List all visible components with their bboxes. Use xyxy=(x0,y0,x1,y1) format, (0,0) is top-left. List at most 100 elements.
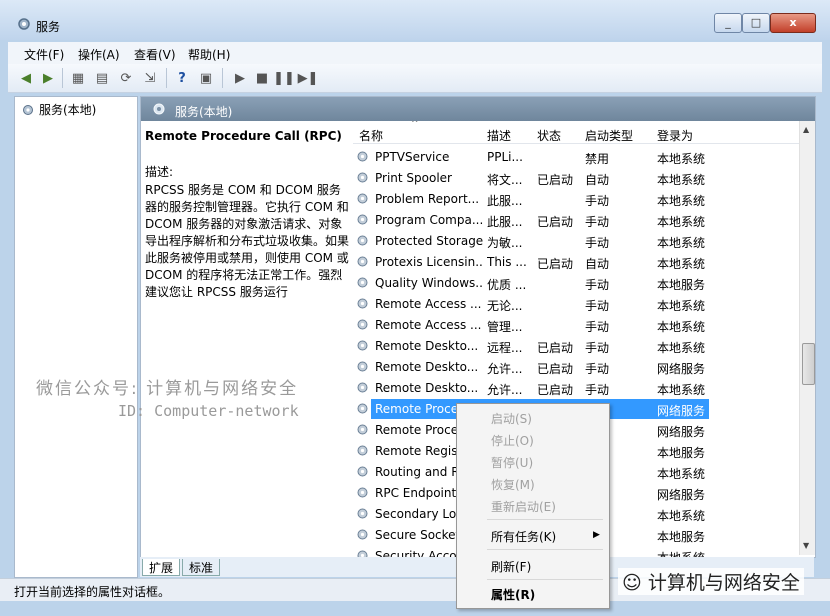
menu-view[interactable]: 查看(V) xyxy=(134,46,176,63)
cell-logon: 本地系统 xyxy=(657,320,706,334)
menu-file[interactable]: 文件(F) xyxy=(24,46,64,63)
table-row[interactable]: Quality Windows... 优质 ... 手动 本地服务 xyxy=(353,273,799,294)
cell-startup: 手动 xyxy=(585,299,610,313)
table-row[interactable]: Remote Deskto... 远程... 已启动 手动 本地系统 xyxy=(353,336,799,357)
table-row[interactable]: Protexis Licensin... This ... 已启动 自动 本地系统 xyxy=(353,252,799,273)
description-label: 描述: xyxy=(145,165,174,179)
cell-logon: 网络服务 xyxy=(657,488,706,502)
services-window: 服务 _ □ x 文件(F) 操作(A) 查看(V) 帮助(H) ◀ ▶ ▦ ▤… xyxy=(0,0,830,616)
cell-name: Remote Access ... xyxy=(375,318,482,332)
menu-bar: 文件(F) 操作(A) 查看(V) 帮助(H) xyxy=(8,42,822,64)
cell-startup: 手动 xyxy=(585,341,610,355)
cell-logon: 本地系统 xyxy=(657,215,706,229)
column-header-logon-as[interactable]: 登录为 xyxy=(657,127,693,144)
tree-item-label: 服务(本地) xyxy=(39,103,97,117)
help-icon[interactable]: ? xyxy=(174,70,190,86)
cell-startup: 手动 xyxy=(585,236,610,250)
menu-item-refresh[interactable]: 刷新(F) xyxy=(491,558,531,575)
column-header-status[interactable]: 状态 xyxy=(537,127,561,144)
status-text: 打开当前选择的属性对话框。 xyxy=(14,585,171,599)
table-row[interactable]: Problem Report... 此服... 手动 本地系统 xyxy=(353,189,799,210)
tree-item-services-local[interactable]: 服务(本地) xyxy=(21,101,96,118)
table-row[interactable]: Remote Deskto... 允许... 已启动 手动 网络服务 xyxy=(353,357,799,378)
service-gear-icon xyxy=(357,550,368,557)
menu-action[interactable]: 操作(A) xyxy=(78,46,120,63)
cell-name: Quality Windows... xyxy=(375,276,483,290)
cell-logon: 网络服务 xyxy=(657,404,706,418)
cell-logon: 网络服务 xyxy=(657,425,706,439)
tab-extended[interactable]: 扩展 xyxy=(142,559,181,576)
maximize-button[interactable]: □ xyxy=(742,13,770,33)
wechat-icon: ☺ xyxy=(622,572,648,594)
cell-startup: 自动 xyxy=(585,257,610,271)
close-button[interactable]: x xyxy=(770,13,816,33)
cell-logon: 本地系统 xyxy=(657,299,706,313)
service-gear-icon xyxy=(357,256,368,267)
pause-service-icon[interactable]: ❚❚ xyxy=(273,70,295,86)
menu-item-restart[interactable]: 重新启动(E) xyxy=(491,498,556,515)
table-row[interactable]: PPTVService PPLi... 禁用 本地系统 xyxy=(353,147,799,168)
cell-logon: 本地系统 xyxy=(657,467,706,481)
service-gear-icon xyxy=(357,277,368,288)
forward-arrow-icon[interactable]: ▶ xyxy=(40,70,56,86)
cell-name: Protected Storage xyxy=(375,234,483,248)
title-bar[interactable]: 服务 _ □ x xyxy=(0,0,830,40)
cell-name: Program Compa... xyxy=(375,213,483,227)
scroll-up-arrow-icon[interactable]: ▲ xyxy=(803,125,809,134)
service-gear-icon xyxy=(357,193,368,204)
cell-status: 已启动 xyxy=(537,341,574,355)
cell-status: 已启动 xyxy=(537,173,574,187)
watermark-id: ID: Computer-network xyxy=(118,402,299,420)
cell-desc: 优质 ... xyxy=(487,278,527,292)
menu-item-pause[interactable]: 暂停(U) xyxy=(491,454,533,471)
cell-desc: 将文... xyxy=(487,173,523,187)
cell-desc: 为敏... xyxy=(487,236,523,250)
stop-service-icon[interactable]: ■ xyxy=(254,70,270,86)
cell-logon: 本地服务 xyxy=(657,278,706,292)
table-row[interactable]: Print Spooler 将文... 已启动 自动 本地系统 xyxy=(353,168,799,189)
scroll-down-arrow-icon[interactable]: ▼ xyxy=(803,541,809,550)
cell-desc: 远程... xyxy=(487,341,523,355)
back-arrow-icon[interactable]: ◀ xyxy=(18,70,34,86)
toolbar-separator xyxy=(222,68,223,88)
menu-item-stop[interactable]: 停止(O) xyxy=(491,432,534,449)
sort-arrow-icon: ^ xyxy=(411,121,419,129)
cell-logon: 本地系统 xyxy=(657,173,706,187)
properties-icon[interactable]: ▤ xyxy=(94,70,110,86)
scrollbar-thumb[interactable] xyxy=(802,343,815,385)
column-header-startup-type[interactable]: 启动类型 xyxy=(585,127,633,144)
menu-item-start[interactable]: 启动(S) xyxy=(491,410,532,427)
service-gear-icon xyxy=(357,172,368,183)
restart-service-icon[interactable]: ▶❚ xyxy=(298,70,319,86)
export-list-icon[interactable]: ⇲ xyxy=(142,70,158,86)
refresh-icon[interactable]: ⟳ xyxy=(118,70,134,86)
console-tree-icon[interactable]: ▦ xyxy=(70,70,86,86)
cell-desc: 允许... xyxy=(487,362,523,376)
service-gear-icon xyxy=(357,382,368,393)
show-pane-icon[interactable]: ▣ xyxy=(198,70,214,86)
menu-item-properties[interactable]: 属性(R) xyxy=(491,586,535,603)
tab-standard[interactable]: 标准 xyxy=(182,559,221,576)
services-gear-icon xyxy=(153,103,165,115)
cell-name: PPTVService xyxy=(375,150,450,164)
minimize-button[interactable]: _ xyxy=(714,13,742,33)
menu-help[interactable]: 帮助(H) xyxy=(188,46,230,63)
list-header: 名称 ^ 描述 状态 启动类型 登录为 xyxy=(353,121,799,144)
start-service-icon[interactable]: ▶ xyxy=(232,70,248,86)
context-menu: 启动(S) 停止(O) 暂停(U) 恢复(M) 重新启动(E) 所有任务(K) … xyxy=(456,403,610,609)
table-row[interactable]: Remote Access ... 管理... 手动 本地系统 xyxy=(353,315,799,336)
table-row[interactable]: Protected Storage 为敏... 手动 本地系统 xyxy=(353,231,799,252)
column-header-description[interactable]: 描述 xyxy=(487,127,511,144)
cell-logon: 本地系统 xyxy=(657,509,706,523)
table-row[interactable]: Remote Access ... 无论... 手动 本地系统 xyxy=(353,294,799,315)
cell-logon: 本地系统 xyxy=(657,236,706,250)
cell-desc: 此服... xyxy=(487,194,523,208)
table-row[interactable]: Program Compa... 此服... 已启动 手动 本地系统 xyxy=(353,210,799,231)
column-header-name[interactable]: 名称 xyxy=(359,127,383,144)
vertical-scrollbar[interactable]: ▲ ▼ xyxy=(799,121,815,555)
service-gear-icon xyxy=(357,340,368,351)
menu-item-resume[interactable]: 恢复(M) xyxy=(491,476,535,493)
table-row[interactable]: Remote Deskto... 允许... 已启动 手动 本地系统 xyxy=(353,378,799,399)
menu-item-all-tasks[interactable]: 所有任务(K) xyxy=(491,528,556,545)
cell-startup: 手动 xyxy=(585,194,610,208)
